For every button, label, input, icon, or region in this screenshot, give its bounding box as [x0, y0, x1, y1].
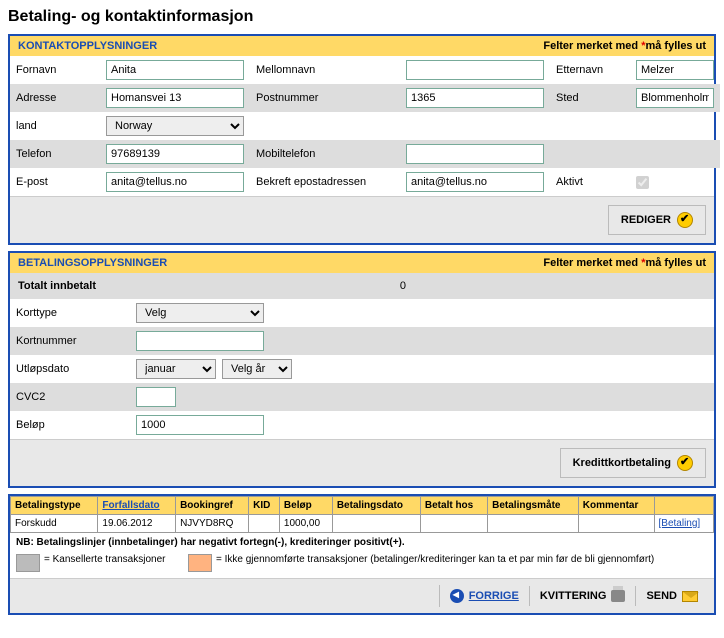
contact-header: KONTAKTOPPLYSNINGER Felter merket med *m… — [10, 36, 714, 56]
input-epost[interactable] — [106, 172, 244, 192]
label-mellomnavn: Mellomnavn — [250, 56, 400, 84]
back-icon — [450, 589, 464, 603]
label-sted: Sted — [550, 84, 630, 112]
contact-panel: KONTAKTOPPLYSNINGER Felter merket med *m… — [8, 34, 716, 245]
kvittering-button[interactable]: KVITTERING — [529, 586, 636, 606]
label-utlop: Utløpsdato — [10, 355, 130, 383]
label-kortnummer: Kortnummer — [10, 327, 130, 355]
check-icon — [677, 212, 693, 228]
th-betdato: Betalingsdato — [332, 497, 420, 515]
send-button[interactable]: SEND — [635, 586, 708, 606]
label-land: land — [10, 112, 100, 140]
input-belop[interactable] — [136, 415, 264, 435]
table-row: Forskudd 19.06.2012 NJVYD8RQ 1000,00 [Be… — [11, 515, 714, 533]
page-title: Betaling- og kontaktinformasjon — [8, 8, 716, 26]
th-mate: Betalingsmåte — [488, 497, 579, 515]
label-epost: E-post — [10, 168, 100, 196]
mail-icon — [682, 591, 698, 602]
label-fornavn: Fornavn — [10, 56, 100, 84]
label-etternavn: Etternavn — [550, 56, 630, 84]
input-cvc[interactable] — [136, 387, 176, 407]
payment-header: BETALINGSOPPLYSNINGER Felter merket med … — [10, 253, 714, 273]
th-belop: Beløp — [279, 497, 332, 515]
th-forfall[interactable]: Forfallsdato — [98, 497, 176, 515]
select-korttype[interactable]: Velg — [136, 303, 264, 323]
required-note-2: Felter merket med *må fylles ut — [543, 257, 706, 269]
legend: = Kansellerte transaksjoner = Ikke gjenn… — [10, 552, 714, 578]
transactions-table: Betalingstype Forfallsdato Bookingref KI… — [10, 496, 714, 533]
input-mobil[interactable] — [406, 144, 544, 164]
label-belop: Beløp — [10, 411, 130, 439]
label-adresse: Adresse — [10, 84, 100, 112]
swatch-pending-icon — [188, 554, 212, 572]
label-telefon: Telefon — [10, 140, 100, 168]
select-year[interactable]: Velg år — [222, 359, 292, 379]
input-sted[interactable] — [636, 88, 714, 108]
check-icon — [677, 455, 693, 471]
th-hos: Betalt hos — [420, 497, 487, 515]
input-adresse[interactable] — [106, 88, 244, 108]
payment-panel: BETALINGSOPPLYSNINGER Felter merket med … — [8, 251, 716, 488]
note-text: NB: Betalingslinjer (innbetalinger) har … — [10, 533, 714, 552]
th-kid: KID — [249, 497, 280, 515]
label-bekreft: Bekreft epostadressen — [250, 168, 400, 196]
rediger-button[interactable]: REDIGER — [608, 205, 706, 235]
input-kortnummer[interactable] — [136, 331, 264, 351]
input-mellomnavn[interactable] — [406, 60, 544, 80]
required-note: Felter merket med *må fylles ut — [543, 40, 706, 52]
th-booking: Bookingref — [176, 497, 249, 515]
label-postnummer: Postnummer — [250, 84, 400, 112]
value-total: 0 — [138, 280, 706, 292]
th-type: Betalingstype — [11, 497, 98, 515]
transactions-panel: Betalingstype Forfallsdato Bookingref KI… — [8, 494, 716, 615]
input-bekreft[interactable] — [406, 172, 544, 192]
select-land[interactable]: Norway — [106, 116, 244, 136]
label-mobil: Mobiltelefon — [250, 140, 400, 168]
payment-header-title: BETALINGSOPPLYSNINGER — [18, 257, 167, 269]
kredittkort-button[interactable]: Kredittkortbetaling — [560, 448, 706, 478]
input-fornavn[interactable] — [106, 60, 244, 80]
contact-header-title: KONTAKTOPPLYSNINGER — [18, 40, 157, 52]
input-telefon[interactable] — [106, 144, 244, 164]
input-postnummer[interactable] — [406, 88, 544, 108]
print-icon — [611, 590, 625, 602]
forrige-button[interactable]: FORRIGE — [439, 585, 529, 607]
th-act — [654, 497, 714, 515]
swatch-cancelled-icon — [16, 554, 40, 572]
input-etternavn[interactable] — [636, 60, 714, 80]
select-month[interactable]: januar — [136, 359, 216, 379]
betaling-link[interactable]: [Betaling] — [659, 518, 701, 529]
label-korttype: Korttype — [10, 299, 130, 327]
label-total: Totalt innbetalt — [18, 280, 138, 292]
checkbox-aktivt[interactable] — [636, 176, 649, 189]
label-aktivt: Aktivt — [550, 168, 630, 196]
th-komm: Kommentar — [578, 497, 654, 515]
label-cvc: CVC2 — [10, 383, 130, 411]
